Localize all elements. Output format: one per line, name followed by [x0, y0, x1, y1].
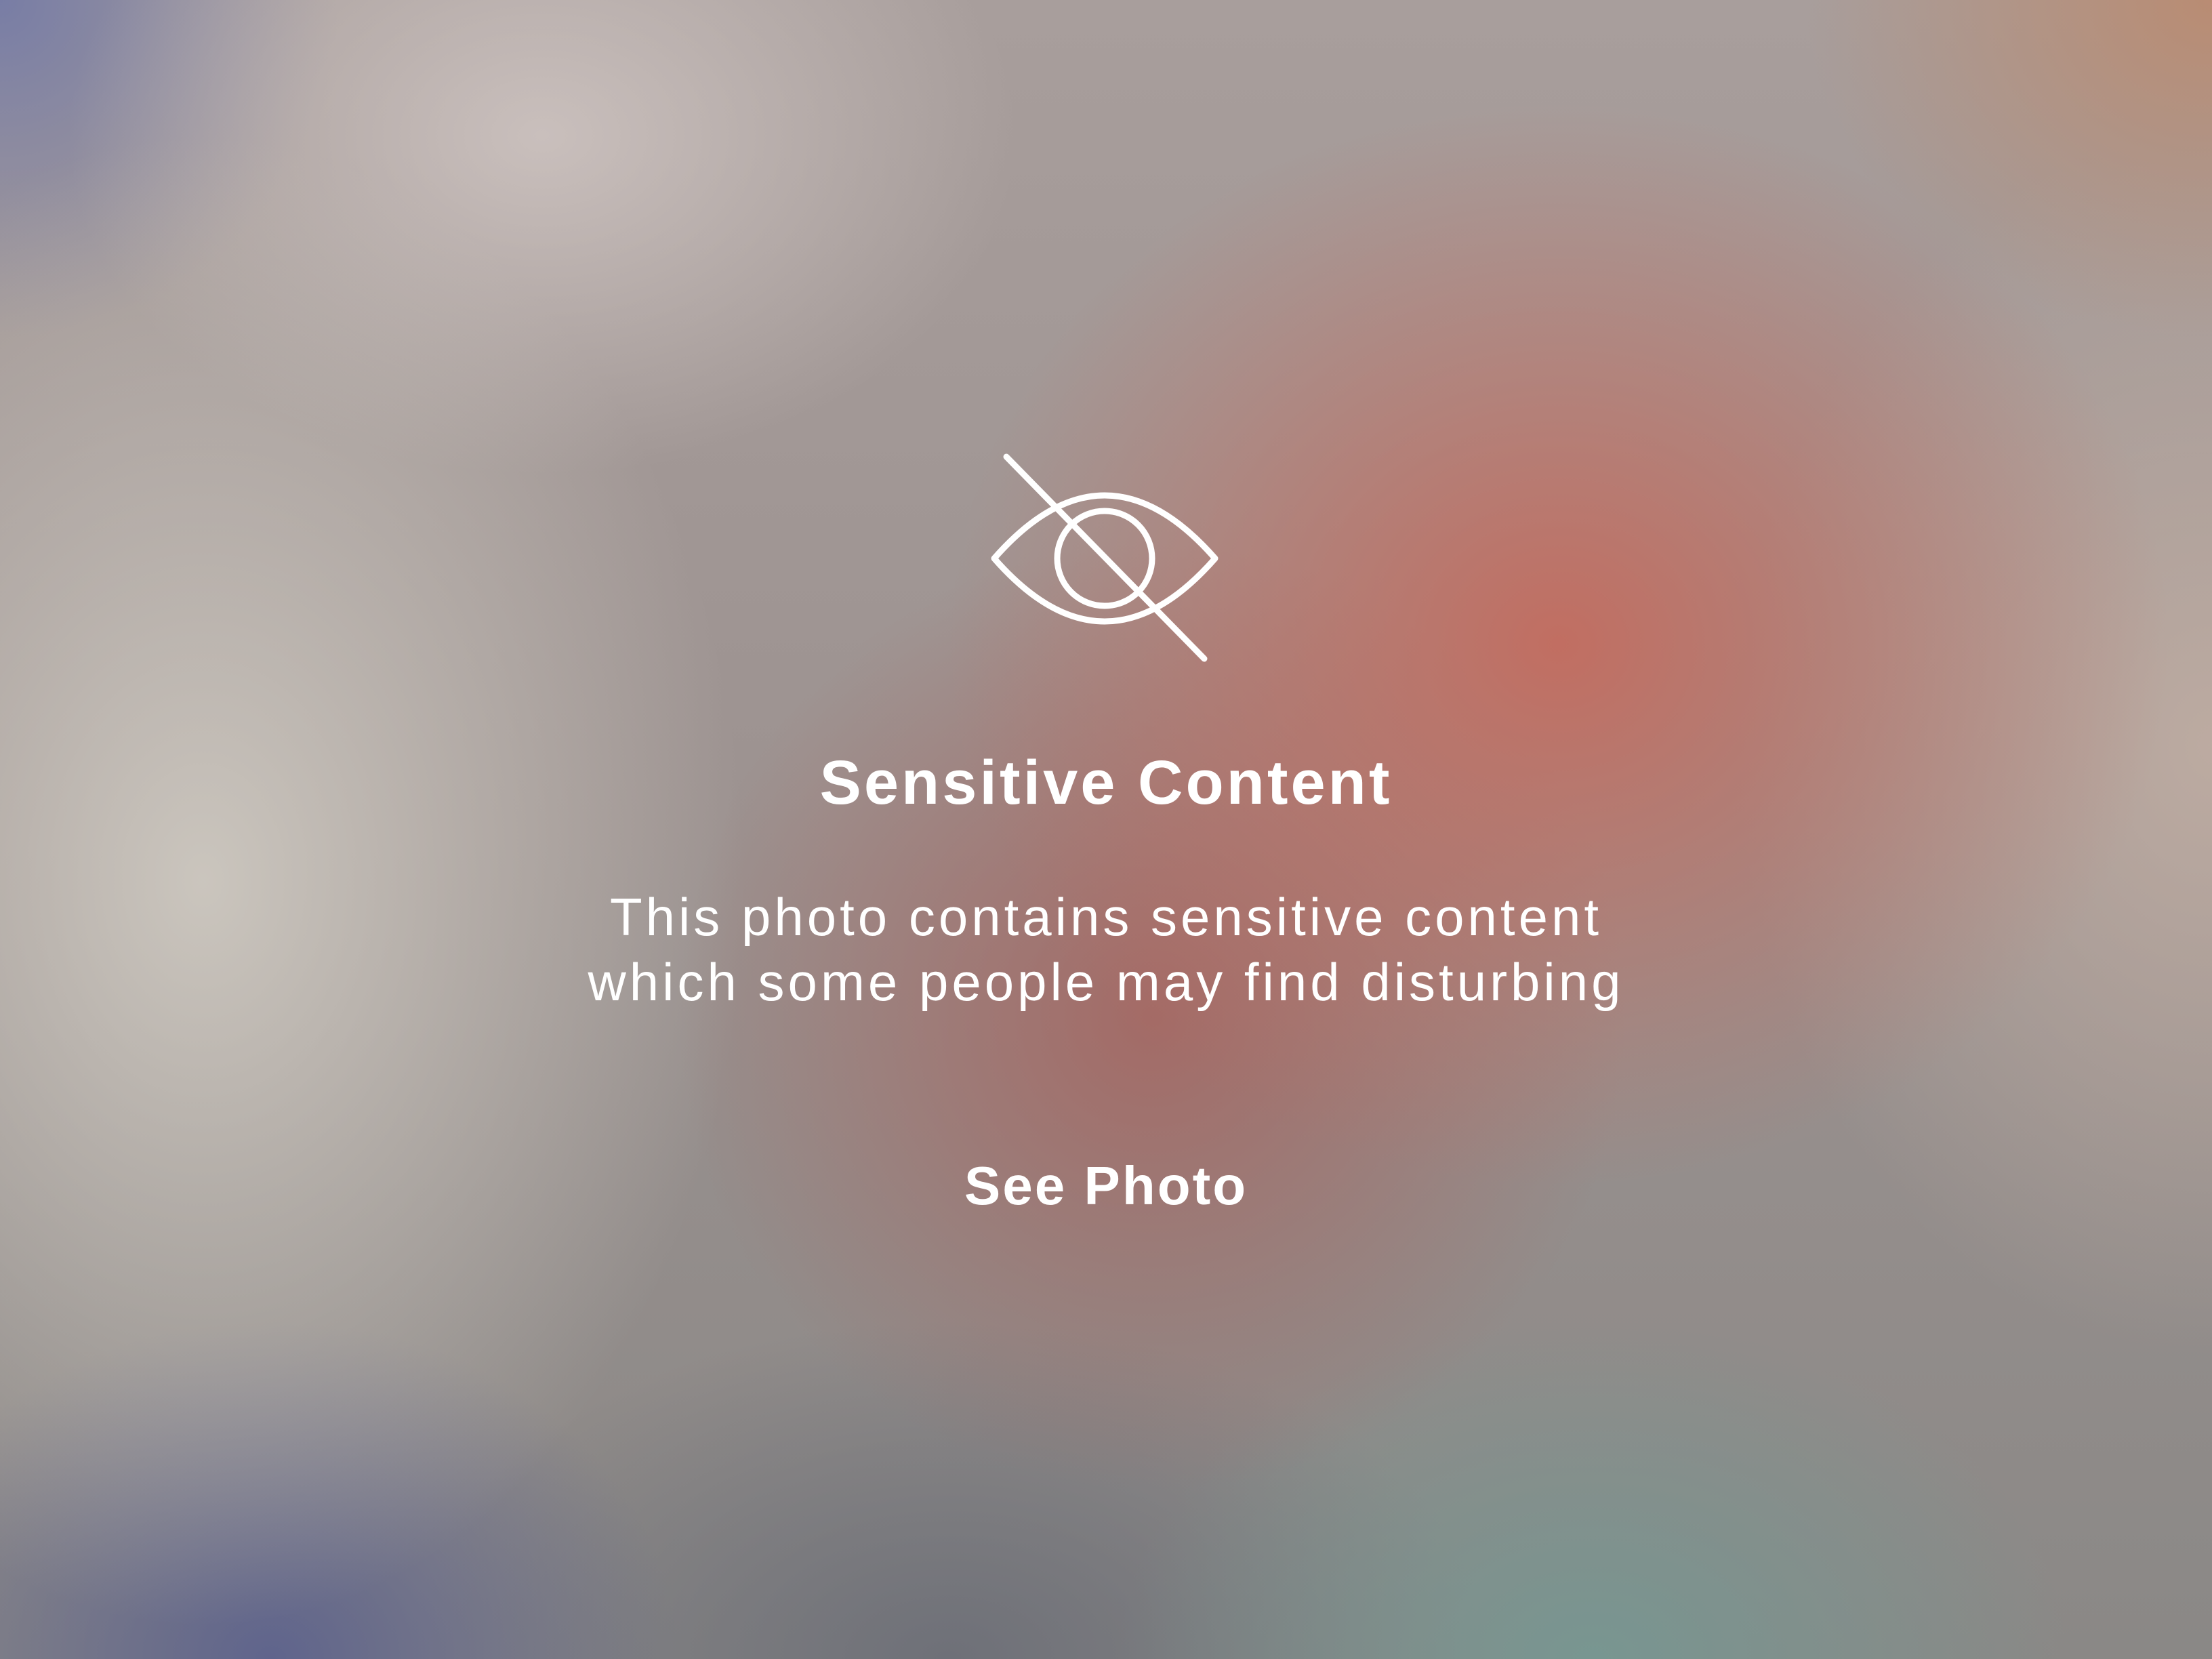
see-photo-button[interactable]: See Photo	[935, 1145, 1277, 1227]
sensitive-content-message: This photo contains sensitive content wh…	[0, 884, 2212, 1015]
message-line-1: This photo contains sensitive content	[609, 887, 1603, 947]
sensitive-content-title: Sensitive Content	[819, 748, 1393, 817]
sensitive-content-overlay: Sensitive Content This photo contains se…	[0, 0, 2212, 1659]
message-line-2: which some people may find disturbing	[588, 952, 1624, 1012]
eye-slash-icon	[991, 453, 1218, 662]
